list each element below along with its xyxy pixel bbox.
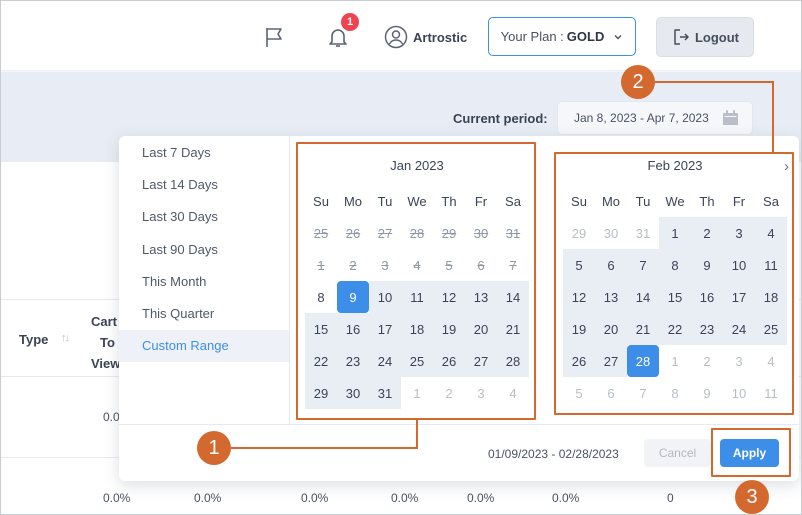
- range-option-custom-range[interactable]: Custom Range: [119, 329, 289, 363]
- range-option-last-30-days[interactable]: Last 30 Days: [119, 201, 289, 233]
- table-cell: 0.0%: [391, 491, 419, 505]
- table-cell: 0.0: [103, 410, 120, 424]
- user-avatar-icon: [384, 25, 408, 49]
- annotation-box-apply: [711, 428, 791, 477]
- current-period-picker[interactable]: Jan 8, 2023 - Apr 7, 2023: [557, 101, 753, 135]
- annotation-line: [772, 81, 774, 153]
- table-cell: 0: [667, 491, 674, 505]
- annotation-line: [416, 420, 418, 449]
- range-option-last-90-days[interactable]: Last 90 Days: [119, 233, 289, 265]
- annotation-number: 1: [197, 431, 231, 465]
- range-option-last-7-days[interactable]: Last 7 Days: [119, 136, 289, 168]
- top-header: 1 Artrostic Your Plan : GOLD Logout: [1, 1, 801, 71]
- sort-icon[interactable]: ↑↓: [61, 332, 70, 344]
- range-option-this-quarter[interactable]: This Quarter: [119, 297, 289, 329]
- logout-button[interactable]: Logout: [656, 17, 754, 57]
- current-period-value: Jan 8, 2023 - Apr 7, 2023: [574, 111, 709, 125]
- range-option-last-14-days[interactable]: Last 14 Days: [119, 168, 289, 200]
- app-window: 1 Artrostic Your Plan : GOLD Logout Curr…: [0, 0, 802, 515]
- annotation-number: 2: [621, 65, 655, 99]
- user-menu[interactable]: Artrostic: [384, 24, 467, 50]
- header-line: View: [91, 356, 121, 371]
- table-cell: 0.0%: [194, 491, 222, 505]
- table-cell: 0.0%: [552, 491, 580, 505]
- chevron-down-icon: [614, 34, 622, 39]
- table-cell: 0.0%: [103, 491, 131, 505]
- logout-icon: [674, 29, 689, 45]
- table-cell: 0.0%: [467, 491, 495, 505]
- bell-icon[interactable]: 1: [325, 13, 359, 50]
- logout-label: Logout: [694, 29, 740, 45]
- current-period-label: Current period:: [453, 111, 548, 126]
- username-label: Artrostic: [413, 29, 468, 45]
- header-line: Cart: [91, 314, 118, 329]
- flag-icon[interactable]: [262, 24, 288, 50]
- notification-badge: 1: [341, 13, 359, 31]
- annotation-line: [231, 447, 418, 449]
- range-option-this-month[interactable]: This Month: [119, 265, 289, 297]
- cancel-button[interactable]: Cancel: [644, 439, 711, 467]
- annotation-line: [653, 81, 774, 83]
- plan-prefix: Your Plan :: [500, 29, 564, 44]
- preset-range-list: Last 7 Days Last 14 Days Last 30 Days Last …: [119, 136, 290, 424]
- plan-selector[interactable]: Your Plan : GOLD: [488, 17, 636, 56]
- calendar-icon: [723, 110, 738, 125]
- column-header-cart-to-view[interactable]: Cart To View: [91, 311, 120, 374]
- selected-range-text: 01/09/2023 - 02/28/2023: [488, 447, 619, 461]
- header-line: To: [100, 335, 115, 350]
- annotation-number: 3: [735, 480, 769, 514]
- table-cell: 0.0%: [301, 491, 329, 505]
- column-header-type[interactable]: Type: [19, 332, 48, 347]
- annotation-box-right-calendar: [554, 152, 794, 415]
- annotation-box-left-calendar: [296, 142, 536, 420]
- plan-value: GOLD: [566, 29, 605, 44]
